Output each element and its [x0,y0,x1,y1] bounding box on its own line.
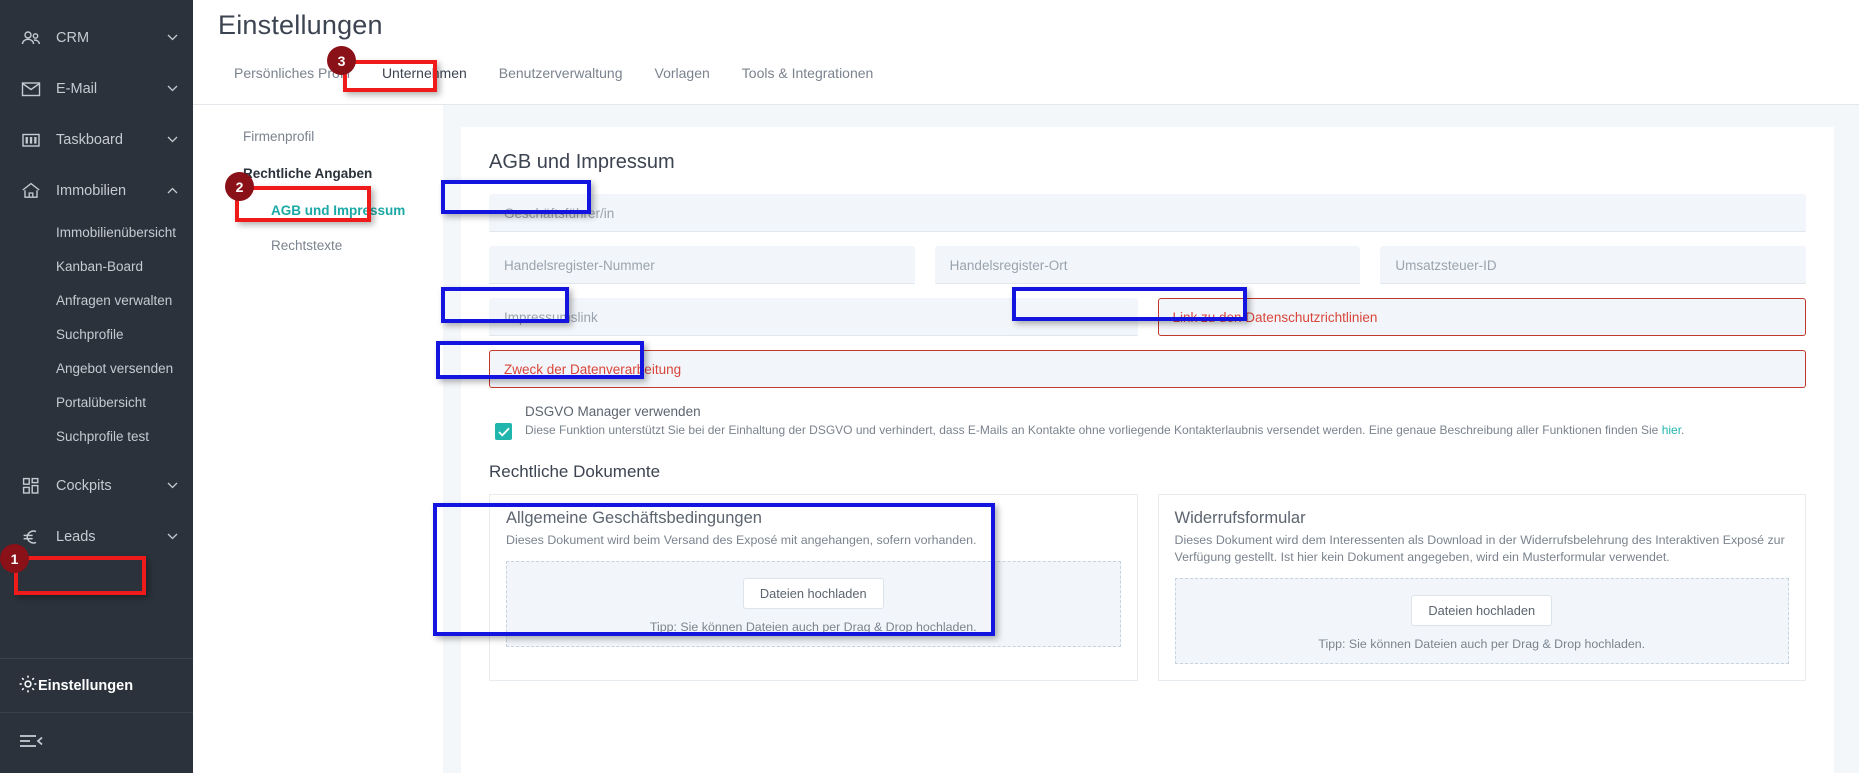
sidebar-item-leads[interactable]: Leads [0,511,193,562]
sidebar-subitem-suchprofile[interactable]: Suchprofile [0,318,193,352]
sidebar-item-einstellungen[interactable]: Einstellungen [0,658,193,713]
geschaeftsfuehrer-input[interactable]: Geschäftsführer/in [489,194,1806,232]
euro-icon [18,526,44,548]
sidebar-collapse-button[interactable] [0,713,193,773]
sidebar-subitem-portaluebersicht[interactable]: Portalübersicht [0,386,193,420]
form-row-geschaeftsfuehrer: Geschäftsführer/in [489,194,1806,232]
dsgvo-description-text: Diese Funktion unterstützt Sie bei der E… [525,423,1662,437]
chevron-down-icon [165,31,179,45]
sidebar-footer: Einstellungen [0,658,193,773]
field-col-geschaeftsfuehrer: Geschäftsführer/in [489,194,1806,232]
impressumslink-input[interactable]: Impressumslink [489,298,1138,336]
form-row-zweck: Zweck der Datenverarbeitung [489,350,1806,388]
sidebar-nav: CRM E-Mail Taskboard Immobilien Immobili… [0,0,193,562]
dsgvo-title: DSGVO Manager verwenden [525,404,701,419]
tab-persoenliches-profil[interactable]: Persönliches Profil [218,63,366,97]
sidebar-item-crm[interactable]: CRM [0,12,193,63]
sidebar-item-label: Einstellungen [38,677,134,694]
dsgvo-text-block: DSGVO Manager verwenden Diese Funktion u… [525,404,1806,440]
sidebar-subitem-angebot-versenden[interactable]: Angebot versenden [0,352,193,386]
sidebar-item-label: Taskboard [56,131,123,148]
tab-benutzerverwaltung[interactable]: Benutzerverwaltung [483,63,639,97]
home-icon [18,180,44,202]
field-col-umsatzsteuer-id: Umsatzsteuer-ID [1380,246,1807,284]
subnav-heading-rechtliche-angaben: Rechtliche Angaben [243,166,373,181]
page-title: Einstellungen [218,10,383,40]
sidebar-item-label: E-Mail [56,80,98,97]
dsgvo-description-end: . [1681,423,1685,437]
sidebar-item-cockpits[interactable]: Cockpits [0,460,193,511]
section-title-agb-impressum: AGB und Impressum [489,151,675,173]
chevron-down-icon [165,82,179,96]
collapse-menu-icon [18,733,44,754]
datenschutzrichtlinien-input[interactable]: Link zu den Datenschutzrichtlinien [1157,298,1806,336]
sidebar-item-taskboard[interactable]: Taskboard [0,114,193,165]
content-scroll-area: AGB und Impressum Geschäftsführer/in Han… [443,105,1859,773]
gear-icon [18,674,38,698]
handelsregister-ort-input[interactable]: Handelsregister-Ort [934,246,1361,284]
sidebar-item-email[interactable]: E-Mail [0,63,193,114]
dropzone-tip: Tipp: Sie können Dateien auch per Drag &… [1318,637,1646,651]
content-card: AGB und Impressum Geschäftsführer/in Han… [461,127,1834,773]
field-col-handelsregister-ort: Handelsregister-Ort [934,246,1361,284]
dropzone-tip: Tipp: Sie können Dateien auch per Drag &… [649,620,977,634]
subnav-item-agb-und-impressum[interactable]: AGB und Impressum [271,203,443,218]
upload-button-agb[interactable]: Dateien hochladen [742,578,884,609]
documents-row: Allgemeine Geschäftsbedingungen Dieses D… [489,494,1806,681]
sidebar-item-label: CRM [56,29,90,46]
grid-icon [18,475,44,497]
chevron-up-icon [165,184,179,198]
handelsregister-nummer-input[interactable]: Handelsregister-Nummer [489,246,915,284]
sidebar-item-label: Leads [56,528,96,545]
sidebar: CRM E-Mail Taskboard Immobilien Immobili… [0,0,193,773]
document-card-title: Widerrufsformular [1174,509,1306,527]
sidebar-item-immobilien[interactable]: Immobilien [0,165,193,216]
settings-subnav: Firmenprofil Rechtliche Angaben AGB und … [193,105,443,773]
form-row-links: Impressumslink Link zu den Datenschutzri… [489,298,1806,336]
document-card-description: Dieses Dokument wird beim Versand des Ex… [506,533,977,547]
field-col-zweck: Zweck der Datenverarbeitung [489,350,1806,388]
subnav-item-rechtstexte[interactable]: Rechtstexte [271,238,443,253]
dsgvo-hier-link[interactable]: hier [1662,423,1681,437]
field-col-impressumslink: Impressumslink [489,298,1138,336]
dsgvo-description: Diese Funktion unterstützt Sie bei der E… [525,422,1806,438]
dsgvo-manager-checkbox[interactable] [495,423,512,440]
sidebar-item-label: Cockpits [56,477,112,494]
field-col-datenschutz: Link zu den Datenschutzrichtlinien [1157,298,1806,336]
document-card-agb: Allgemeine Geschäftsbedingungen Dieses D… [489,494,1138,681]
app-root: CRM E-Mail Taskboard Immobilien Immobili… [0,0,1859,773]
tab-tools-integrationen[interactable]: Tools & Integrationen [726,63,890,97]
sidebar-item-label: Immobilien [56,182,127,199]
field-col-handelsregister-nummer: Handelsregister-Nummer [489,246,915,284]
sidebar-subitem-suchprofile-test[interactable]: Suchprofile test [0,420,193,454]
upload-button-widerrufsformular[interactable]: Dateien hochladen [1411,595,1553,626]
people-icon [18,27,44,49]
chevron-down-icon [165,479,179,493]
tab-bar: Persönliches Profil Unternehmen Benutzer… [193,63,1859,105]
tab-unternehmen[interactable]: Unternehmen [366,63,483,97]
dropzone-agb[interactable]: Dateien hochladen Tipp: Sie können Datei… [506,561,1121,647]
zweck-datenverarbeitung-input[interactable]: Zweck der Datenverarbeitung [489,350,1806,388]
check-icon [497,427,510,437]
dsgvo-manager-block: DSGVO Manager verwenden Diese Funktion u… [489,404,1806,440]
section-title-rechtliche-dokumente: Rechtliche Dokumente [489,462,661,481]
umsatzsteuer-id-input[interactable]: Umsatzsteuer-ID [1380,246,1807,284]
chevron-down-icon [165,133,179,147]
tab-vorlagen[interactable]: Vorlagen [639,63,726,97]
sidebar-subnav-immobilien: Immobilienübersicht Kanban-Board Anfrage… [0,216,193,454]
envelope-icon [18,78,44,100]
body-area: Firmenprofil Rechtliche Angaben AGB und … [193,105,1859,773]
subnav-item-firmenprofil[interactable]: Firmenprofil [243,129,443,144]
main-area: Einstellungen Persönliches Profil Untern… [193,0,1859,773]
document-card-title: Allgemeine Geschäftsbedingungen [506,509,762,527]
form-row-handelsregister: Handelsregister-Nummer Handelsregister-O… [489,246,1807,284]
chevron-down-icon [165,530,179,544]
document-card-description: Dieses Dokument wird dem Interessenten a… [1174,533,1785,564]
sidebar-subitem-kanban-board[interactable]: Kanban-Board [0,250,193,284]
document-card-widerrufsformular: Widerrufsformular Dieses Dokument wird d… [1157,494,1806,681]
dropzone-widerrufsformular[interactable]: Dateien hochladen Tipp: Sie können Datei… [1174,578,1789,664]
sidebar-subitem-anfragen-verwalten[interactable]: Anfragen verwalten [0,284,193,318]
columns-icon [18,129,44,151]
sidebar-subitem-immobilienuebersicht[interactable]: Immobilienübersicht [0,216,193,250]
